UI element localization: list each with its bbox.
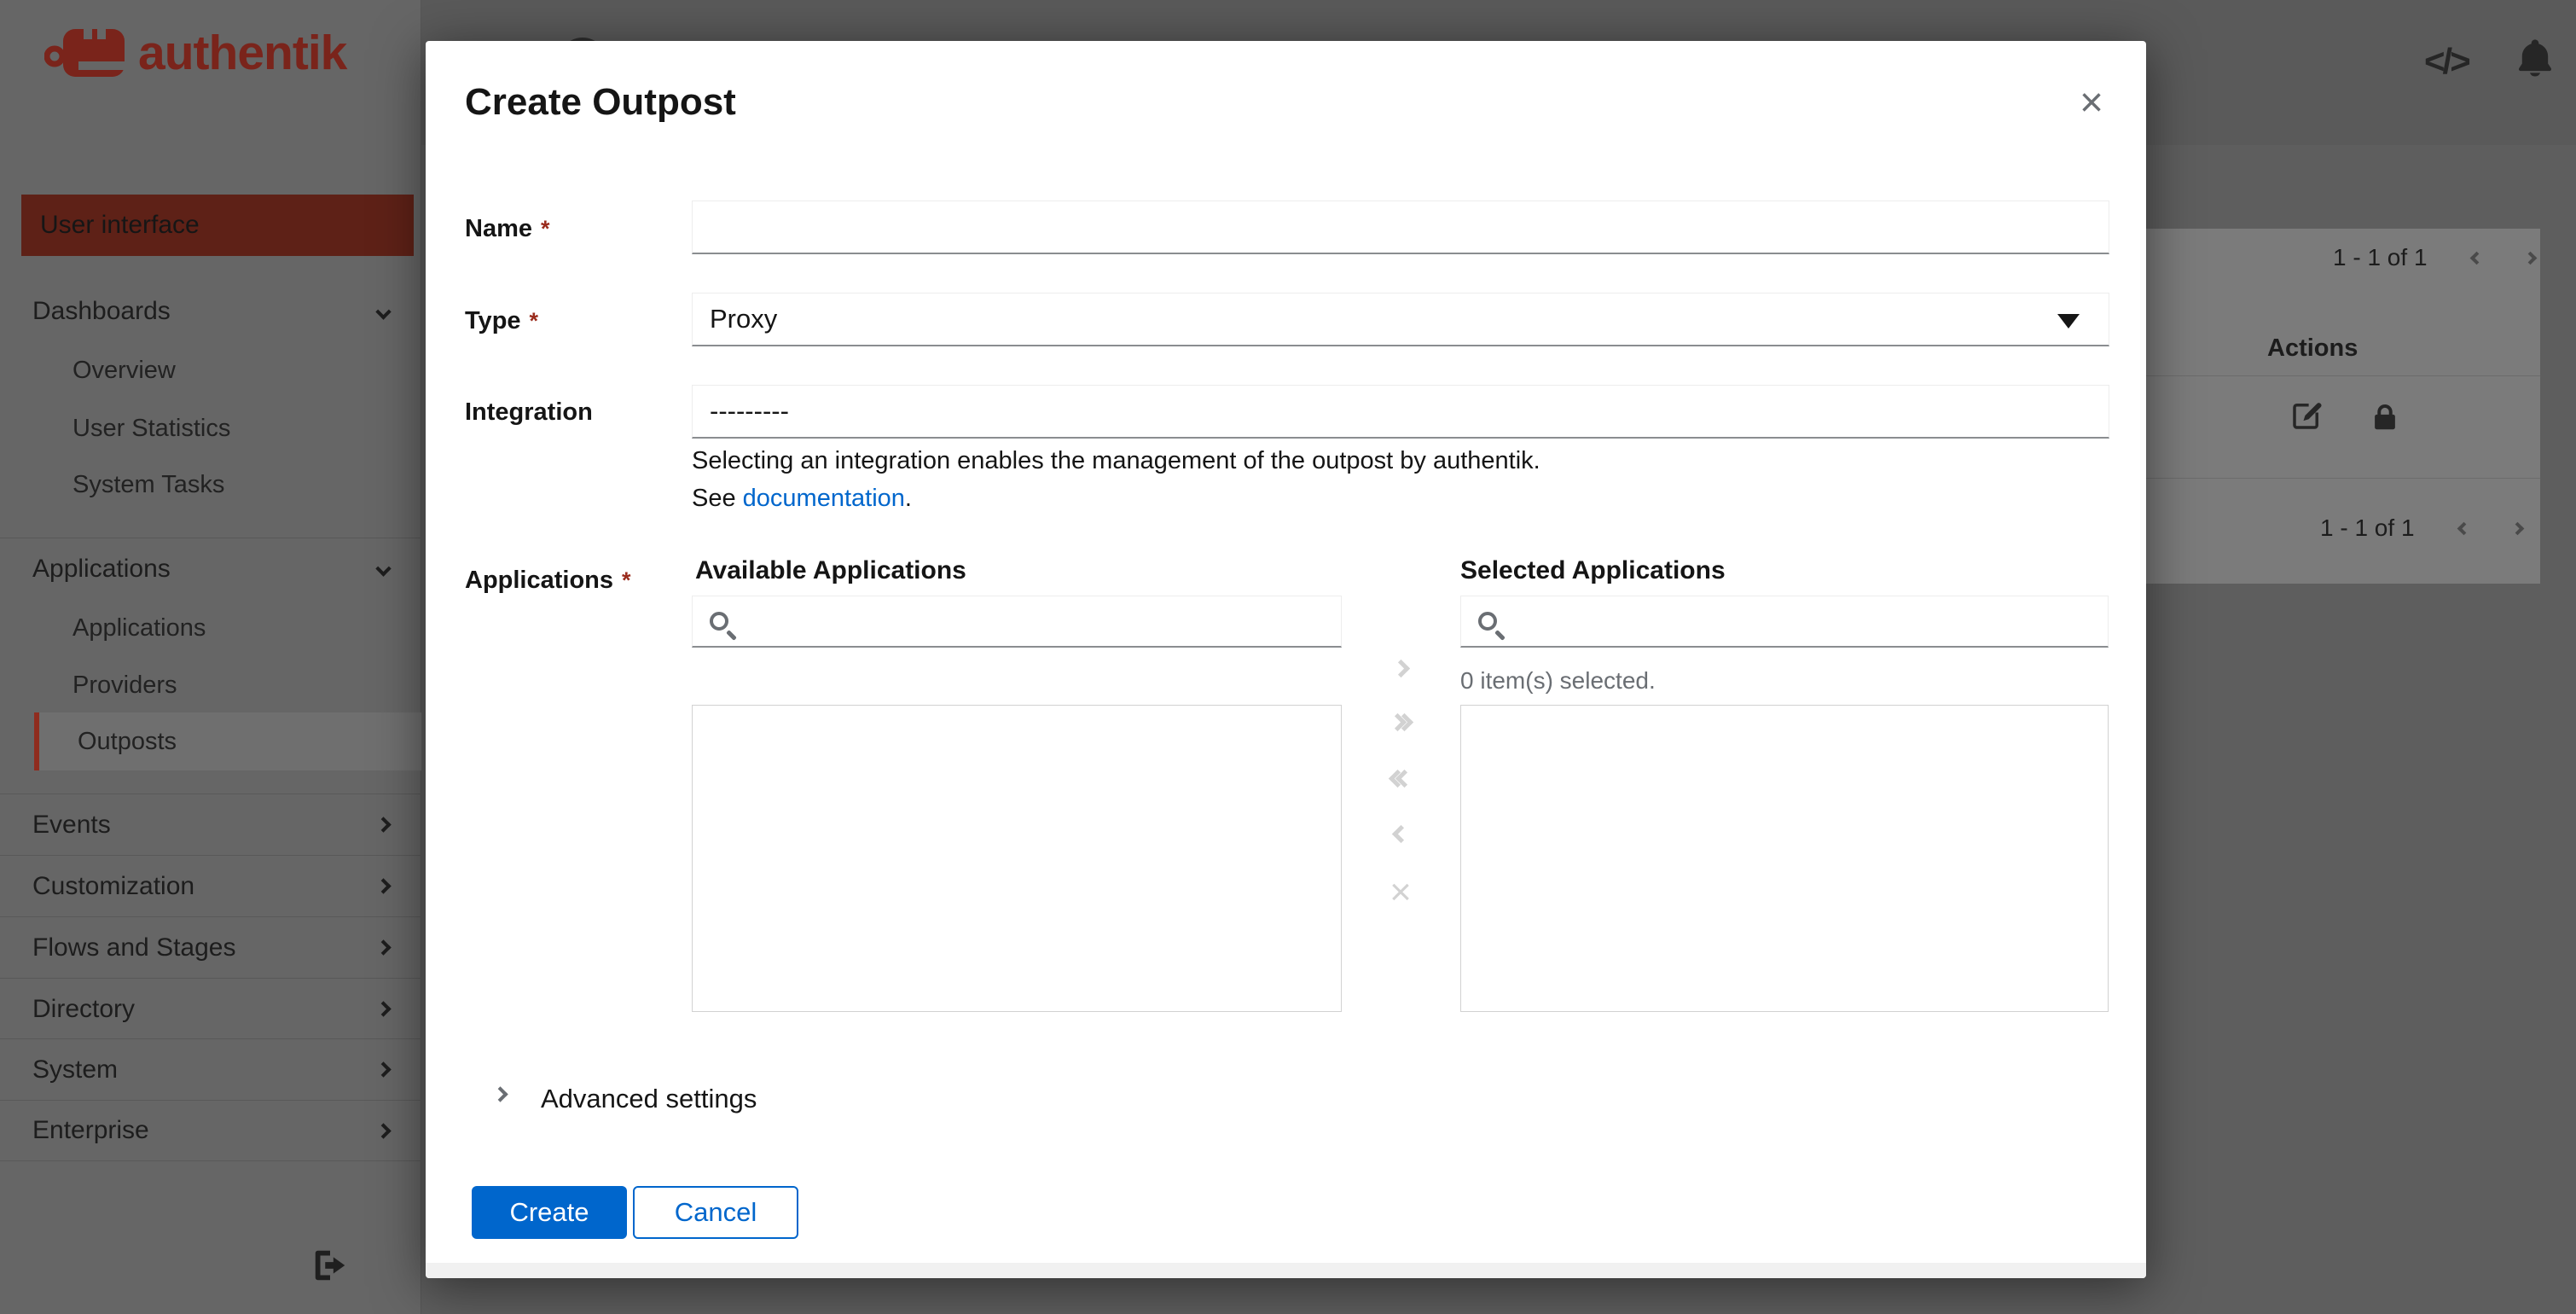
api-code-icon[interactable]: </> — [2424, 41, 2471, 82]
sidebar: authentik User interface Dashboards Over… — [0, 0, 421, 1314]
advanced-settings-label[interactable]: Advanced settings — [541, 1084, 757, 1114]
required-asterisk: * — [622, 567, 631, 593]
integration-help-text: Selecting an integration enables the man… — [692, 447, 1540, 474]
chevron-down-icon — [375, 561, 392, 577]
clear-icon[interactable]: × — [1369, 874, 1432, 911]
sidebar-group-applications[interactable]: Applications — [0, 538, 421, 599]
sidebar-item-user-statistics[interactable]: User Statistics — [0, 399, 421, 457]
available-applications-header: Available Applications — [695, 556, 966, 584]
type-label: Type * — [465, 307, 539, 334]
selected-applications-listbox[interactable] — [1460, 705, 2109, 1012]
integration-label: Integration — [465, 398, 593, 426]
sidebar-item-applications[interactable]: Applications — [0, 599, 421, 657]
chevron-right-icon — [375, 817, 392, 833]
sidebar-group-system[interactable]: System — [0, 1038, 421, 1100]
close-icon[interactable]: × — [2068, 78, 2115, 126]
chevron-right-icon — [492, 1086, 508, 1102]
required-asterisk: * — [529, 308, 539, 334]
documentation-link[interactable]: documentation — [743, 485, 905, 512]
advanced-settings-toggle[interactable] — [492, 1086, 508, 1104]
pagination-top: 1 - 1 of 1 — [2333, 244, 2537, 271]
sidebar-group-flows-and-stages[interactable]: Flows and Stages — [0, 916, 421, 978]
chevron-down-icon — [375, 303, 392, 320]
add-selected-icon[interactable] — [1369, 659, 1432, 678]
pagination-prev-icon[interactable] — [2469, 251, 2483, 265]
available-search-input[interactable] — [742, 606, 1247, 637]
chevron-right-icon — [375, 1122, 392, 1139]
sign-out-icon[interactable] — [310, 1246, 350, 1289]
chevron-right-icon — [375, 1001, 392, 1017]
required-asterisk: * — [541, 216, 550, 241]
lock-icon[interactable] — [2369, 401, 2401, 438]
sidebar-item-user-interface[interactable]: User interface — [21, 195, 414, 256]
chevron-right-icon — [375, 878, 392, 894]
sidebar-item-providers[interactable]: Providers — [0, 656, 421, 714]
pagination-prev-icon[interactable] — [2457, 521, 2470, 535]
remove-all-icon[interactable] — [1369, 769, 1432, 788]
integration-select[interactable]: --------- — [692, 385, 2109, 439]
cancel-button[interactable]: Cancel — [633, 1186, 798, 1239]
sidebar-group-events[interactable]: Events — [0, 794, 421, 855]
pagination-bottom: 1 - 1 of 1 — [2320, 515, 2524, 542]
available-search[interactable] — [692, 596, 1342, 648]
screen: authentik User interface Dashboards Over… — [0, 0, 2576, 1314]
name-label: Name * — [465, 215, 550, 242]
sidebar-group-dashboards[interactable]: Dashboards — [0, 281, 421, 342]
modal-title: Create Outpost — [465, 81, 736, 123]
edit-icon[interactable] — [2289, 398, 2324, 438]
sidebar-group-customization[interactable]: Customization — [0, 855, 421, 916]
add-all-icon[interactable] — [1369, 712, 1432, 732]
sidebar-item-overview[interactable]: Overview — [0, 341, 421, 399]
name-input[interactable] — [692, 201, 2109, 254]
pagination-next-icon[interactable] — [2523, 251, 2537, 265]
integration-doc-line: See documentation. — [692, 485, 912, 512]
select-caret-icon — [2057, 314, 2080, 328]
authentik-logo-icon — [44, 29, 125, 77]
sidebar-group-enterprise[interactable]: Enterprise — [0, 1100, 421, 1161]
chevron-right-icon — [375, 1061, 392, 1078]
modal-footer-strip — [426, 1263, 2146, 1278]
selected-search[interactable] — [1460, 596, 2109, 648]
pagination-next-icon[interactable] — [2510, 521, 2524, 535]
chevron-right-icon — [375, 939, 392, 956]
sidebar-group-directory[interactable]: Directory — [0, 978, 421, 1039]
remove-selected-icon[interactable] — [1369, 824, 1432, 844]
selected-applications-header: Selected Applications — [1460, 556, 1726, 584]
search-icon — [710, 612, 728, 631]
applications-label: Applications * — [465, 567, 631, 594]
available-applications-listbox[interactable] — [692, 705, 1342, 1012]
notification-bell-icon[interactable] — [2513, 36, 2557, 84]
sidebar-item-system-tasks[interactable]: System Tasks — [0, 456, 421, 514]
actions-column-header: Actions — [2267, 334, 2358, 362]
type-select[interactable]: Proxy — [692, 293, 2109, 346]
sidebar-item-outposts[interactable]: Outposts — [34, 712, 421, 770]
create-button[interactable]: Create — [472, 1186, 627, 1239]
create-outpost-modal: Create Outpost × Name * Type * Proxy Integ… — [426, 41, 2146, 1278]
brand-wordmark: authentik — [138, 26, 347, 80]
selected-count: 0 item(s) selected. — [1460, 667, 1656, 694]
selected-search-input[interactable] — [1511, 606, 2015, 637]
search-icon — [1478, 612, 1497, 631]
authentik-logo[interactable]: authentik — [44, 22, 347, 84]
